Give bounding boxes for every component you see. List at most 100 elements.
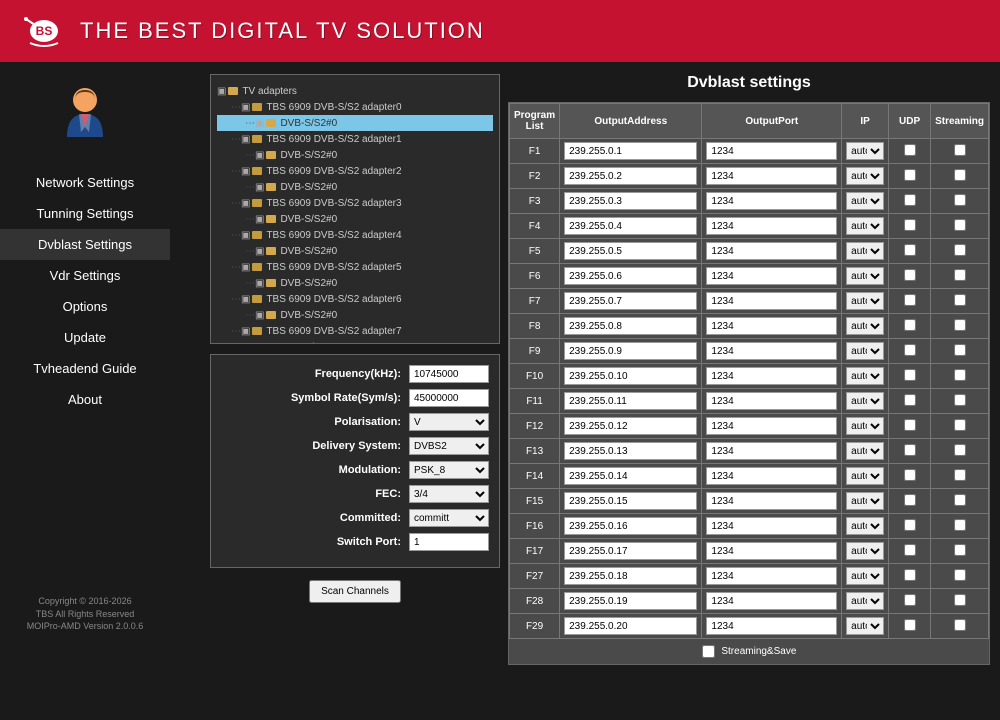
output-address-input[interactable] (564, 217, 697, 235)
udp-checkbox[interactable] (904, 269, 916, 281)
udp-checkbox[interactable] (904, 569, 916, 581)
udp-checkbox[interactable] (904, 369, 916, 381)
output-port-input[interactable] (706, 467, 837, 485)
udp-checkbox[interactable] (904, 219, 916, 231)
output-address-input[interactable] (564, 342, 697, 360)
streaming-checkbox[interactable] (954, 544, 966, 556)
streaming-save-checkbox[interactable] (702, 645, 715, 658)
tree-node[interactable]: ⋯▣DVB-S/S2#0 (217, 339, 493, 344)
tree-node[interactable]: ⋯▣TBS 6909 DVB-S/S2 adapter4 (217, 227, 493, 243)
udp-checkbox[interactable] (904, 444, 916, 456)
streaming-checkbox[interactable] (954, 419, 966, 431)
streaming-checkbox[interactable] (954, 469, 966, 481)
udp-checkbox[interactable] (904, 494, 916, 506)
tree-node[interactable]: ⋯▣DVB-S/S2#0 (217, 179, 493, 195)
output-port-input[interactable] (706, 542, 837, 560)
streaming-checkbox[interactable] (954, 494, 966, 506)
output-port-input[interactable] (706, 592, 837, 610)
output-address-input[interactable] (564, 442, 697, 460)
setting-symbolratesyms[interactable] (409, 389, 489, 407)
output-address-input[interactable] (564, 392, 697, 410)
setting-switchport[interactable] (409, 533, 489, 551)
tree-node[interactable]: ▣TV adapters (217, 83, 493, 99)
output-address-input[interactable] (564, 167, 697, 185)
output-address-input[interactable] (564, 617, 697, 635)
tree-node[interactable]: ⋯▣DVB-S/S2#0 (217, 147, 493, 163)
nav-item-vdr-settings[interactable]: Vdr Settings (0, 260, 170, 291)
nav-item-options[interactable]: Options (0, 291, 170, 322)
output-port-input[interactable] (706, 242, 837, 260)
streaming-checkbox[interactable] (954, 319, 966, 331)
output-address-input[interactable] (564, 567, 697, 585)
udp-checkbox[interactable] (904, 544, 916, 556)
output-port-input[interactable] (706, 217, 837, 235)
udp-checkbox[interactable] (904, 519, 916, 531)
nav-item-update[interactable]: Update (0, 322, 170, 353)
ip-select[interactable]: auto (846, 517, 884, 535)
streaming-checkbox[interactable] (954, 194, 966, 206)
tree-node[interactable]: ⋯▣DVB-S/S2#0 (217, 307, 493, 323)
ip-select[interactable]: auto (846, 467, 884, 485)
ip-select[interactable]: auto (846, 592, 884, 610)
streaming-checkbox[interactable] (954, 519, 966, 531)
output-port-input[interactable] (706, 567, 837, 585)
output-address-input[interactable] (564, 317, 697, 335)
output-address-input[interactable] (564, 242, 697, 260)
output-address-input[interactable] (564, 267, 697, 285)
udp-checkbox[interactable] (904, 169, 916, 181)
output-address-input[interactable] (564, 517, 697, 535)
streaming-checkbox[interactable] (954, 294, 966, 306)
streaming-checkbox[interactable] (954, 219, 966, 231)
setting-polarisation[interactable]: V (409, 413, 489, 431)
nav-item-tunning-settings[interactable]: Tunning Settings (0, 198, 170, 229)
streaming-checkbox[interactable] (954, 269, 966, 281)
setting-frequencykhz[interactable] (409, 365, 489, 383)
nav-item-about[interactable]: About (0, 384, 170, 415)
output-port-input[interactable] (706, 167, 837, 185)
output-port-input[interactable] (706, 442, 837, 460)
nav-item-network-settings[interactable]: Network Settings (0, 167, 170, 198)
streaming-checkbox[interactable] (954, 619, 966, 631)
udp-checkbox[interactable] (904, 144, 916, 156)
tree-node[interactable]: ⋯▣TBS 6909 DVB-S/S2 adapter0 (217, 99, 493, 115)
ip-select[interactable]: auto (846, 217, 884, 235)
streaming-checkbox[interactable] (954, 369, 966, 381)
output-port-input[interactable] (706, 517, 837, 535)
output-port-input[interactable] (706, 142, 837, 160)
tree-node[interactable]: ⋯▣TBS 6909 DVB-S/S2 adapter5 (217, 259, 493, 275)
ip-select[interactable]: auto (846, 442, 884, 460)
tree-node[interactable]: ⋯▣TBS 6909 DVB-S/S2 adapter3 (217, 195, 493, 211)
tree-node[interactable]: ⋯▣DVB-S/S2#0 (217, 115, 493, 131)
udp-checkbox[interactable] (904, 294, 916, 306)
setting-deliverysystem[interactable]: DVBS2 (409, 437, 489, 455)
ip-select[interactable]: auto (846, 392, 884, 410)
ip-select[interactable]: auto (846, 542, 884, 560)
streaming-checkbox[interactable] (954, 444, 966, 456)
udp-checkbox[interactable] (904, 394, 916, 406)
output-address-input[interactable] (564, 367, 697, 385)
tree-node[interactable]: ⋯▣TBS 6909 DVB-S/S2 adapter1 (217, 131, 493, 147)
adapter-tree[interactable]: ▣TV adapters⋯▣TBS 6909 DVB-S/S2 adapter0… (210, 74, 500, 344)
tree-node[interactable]: ⋯▣DVB-S/S2#0 (217, 211, 493, 227)
ip-select[interactable]: auto (846, 417, 884, 435)
streaming-checkbox[interactable] (954, 344, 966, 356)
output-address-input[interactable] (564, 542, 697, 560)
output-port-input[interactable] (706, 367, 837, 385)
output-address-input[interactable] (564, 592, 697, 610)
setting-modulation[interactable]: PSK_8 (409, 461, 489, 479)
output-address-input[interactable] (564, 417, 697, 435)
udp-checkbox[interactable] (904, 594, 916, 606)
output-address-input[interactable] (564, 292, 697, 310)
output-port-input[interactable] (706, 417, 837, 435)
ip-select[interactable]: auto (846, 267, 884, 285)
ip-select[interactable]: auto (846, 317, 884, 335)
output-address-input[interactable] (564, 142, 697, 160)
udp-checkbox[interactable] (904, 344, 916, 356)
streaming-checkbox[interactable] (954, 394, 966, 406)
streaming-checkbox[interactable] (954, 244, 966, 256)
tree-node[interactable]: ⋯▣TBS 6909 DVB-S/S2 adapter6 (217, 291, 493, 307)
ip-select[interactable]: auto (846, 567, 884, 585)
output-port-input[interactable] (706, 392, 837, 410)
udp-checkbox[interactable] (904, 244, 916, 256)
setting-fec[interactable]: 3/4 (409, 485, 489, 503)
